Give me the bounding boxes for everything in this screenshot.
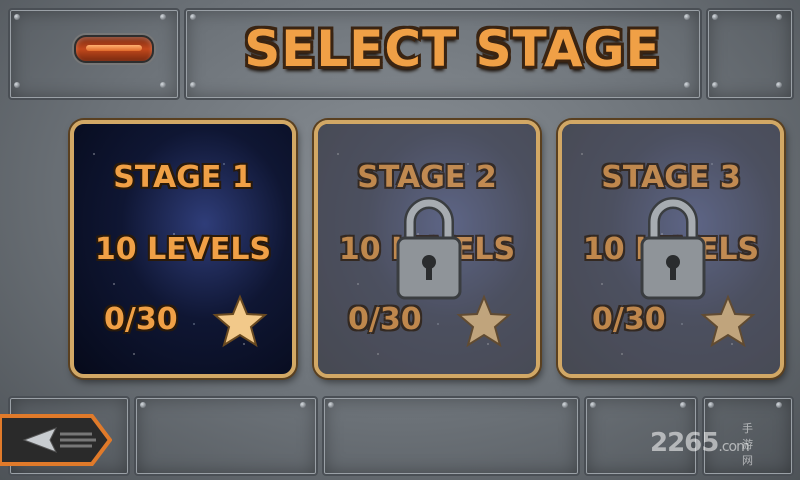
stage-name: STAGE 1	[113, 160, 253, 195]
watermark-brand: 2265	[650, 428, 719, 458]
footer-plate-3	[322, 396, 580, 476]
back-button[interactable]	[0, 412, 112, 468]
rivet	[300, 402, 306, 408]
watermark-cn: 手游网	[742, 422, 753, 467]
rivet	[712, 14, 718, 20]
rivet	[776, 402, 782, 408]
stage-progress: 0/30	[104, 302, 178, 337]
star-icon	[456, 294, 512, 348]
stage-card-3[interactable]: STAGE 3 10 LEVELS 0/30	[558, 120, 784, 378]
stage-card-1[interactable]: STAGE 1 10 LEVELS 0/30	[70, 120, 296, 378]
rivet	[712, 82, 718, 88]
rivet	[590, 402, 596, 408]
rivet	[190, 14, 196, 20]
rivet	[328, 402, 334, 408]
rivet	[680, 402, 686, 408]
star-icon	[212, 294, 268, 348]
lock-icon	[396, 197, 462, 300]
lock-icon	[640, 197, 706, 300]
rivet	[14, 82, 20, 88]
star-icon	[700, 294, 756, 348]
watermark: 2265.com 手游网	[650, 422, 753, 467]
rivet	[140, 402, 146, 408]
rivet	[776, 14, 782, 20]
rivet	[708, 402, 714, 408]
page-title: SELECT STAGE	[244, 20, 661, 78]
stage-card-2[interactable]: STAGE 2 10 LEVELS 0/30	[314, 120, 540, 378]
stage-progress: 0/30	[592, 302, 666, 337]
rivet	[776, 82, 782, 88]
stage-progress: 0/30	[348, 302, 422, 337]
rivet	[14, 14, 20, 20]
rivet	[160, 82, 166, 88]
stage-name: STAGE 2	[357, 160, 497, 195]
stage-name: STAGE 3	[601, 160, 741, 195]
stage-levels: 10 LEVELS	[94, 232, 272, 267]
rivet	[160, 14, 166, 20]
footer-plate-2	[134, 396, 318, 476]
menu-pill-icon	[86, 45, 142, 51]
menu-button[interactable]	[74, 35, 154, 63]
rivet	[562, 402, 568, 408]
rivet	[190, 82, 196, 88]
